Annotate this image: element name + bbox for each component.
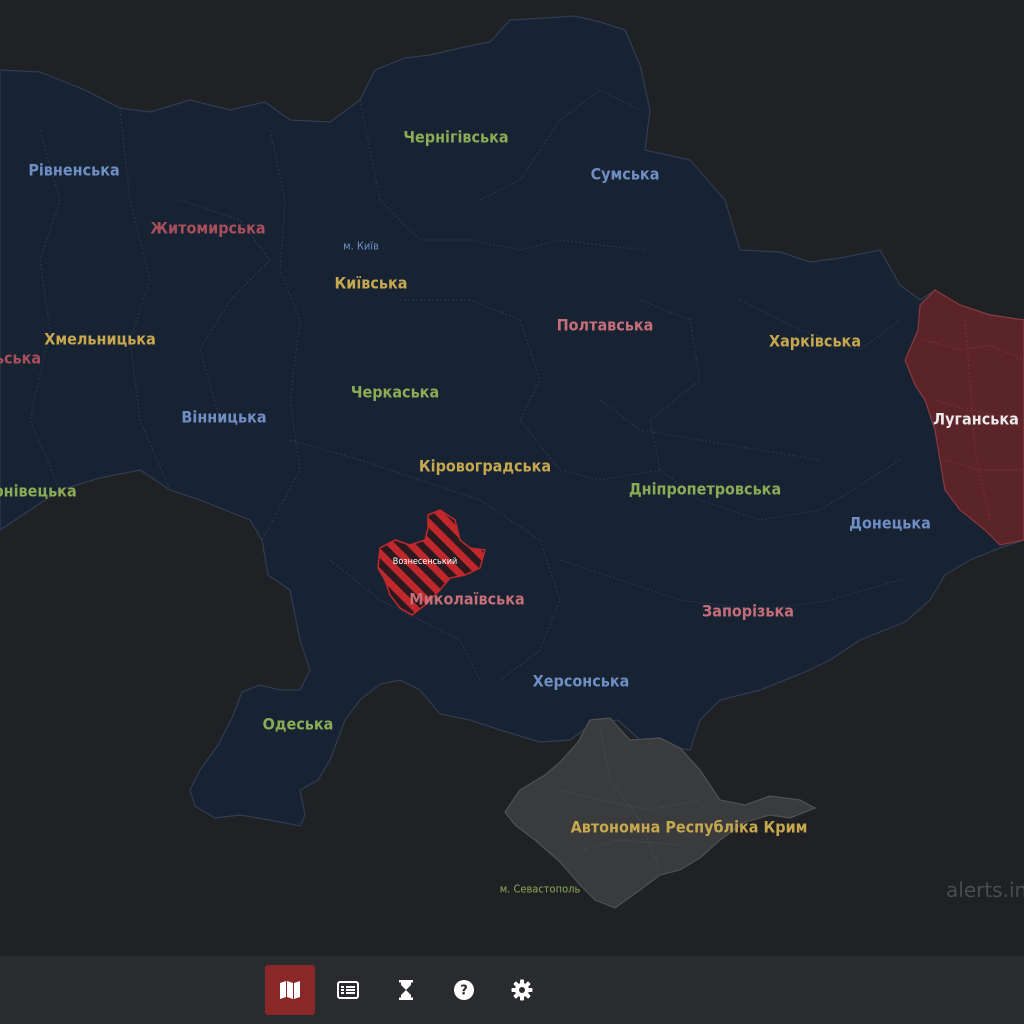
site-watermark: alerts.in. [946, 878, 1024, 902]
settings-button[interactable] [497, 965, 547, 1015]
region-label-dnipro[interactable]: Дніпропетровська [629, 480, 781, 499]
crimea-territory [504, 717, 817, 909]
region-label-chernihiv[interactable]: Чернігівська [403, 128, 508, 147]
region-label-crimea[interactable]: Автономна Республіка Крим [571, 818, 808, 837]
region-label-cherkasy[interactable]: Черкаська [351, 383, 439, 402]
gear-icon [511, 979, 533, 1001]
map-icon [280, 981, 300, 999]
region-label-zhytomyr[interactable]: Житомирська [150, 219, 265, 238]
hourglass-icon [399, 980, 413, 1000]
history-button[interactable] [381, 965, 431, 1015]
region-label-kharkiv[interactable]: Харківська [769, 332, 861, 351]
raion-label-voznesensk[interactable]: Вознесенський [393, 557, 457, 567]
alert-map[interactable]: Рівненська Житомирська м. Київ Київська … [0, 0, 1024, 956]
region-label-kirovohrad[interactable]: Кіровоградська [419, 457, 551, 476]
help-button[interactable]: ? [439, 965, 489, 1015]
region-label-sevastopol[interactable]: м. Севастополь [500, 883, 581, 896]
list-icon [337, 981, 359, 999]
region-label-luhansk[interactable]: Луганська [933, 410, 1019, 429]
region-label-kyiv[interactable]: Київська [334, 274, 407, 293]
region-label-ternopil-partial[interactable]: ьська [0, 349, 41, 368]
bottom-toolbar: ? [0, 956, 1024, 1024]
region-label-khmelnytskyi[interactable]: Хмельницька [44, 330, 156, 349]
ukraine-map-svg [0, 15, 1024, 909]
region-label-donetsk[interactable]: Донецька [849, 514, 931, 533]
region-label-poltava[interactable]: Полтавська [557, 316, 654, 335]
region-label-odesa[interactable]: Одеська [263, 715, 334, 734]
map-button[interactable] [265, 965, 315, 1015]
region-label-mykolaiv[interactable]: Миколаївська [409, 590, 525, 609]
ukraine-territory [0, 15, 1024, 827]
question-icon: ? [454, 980, 474, 1000]
region-label-zaporizhzhia[interactable]: Запорізька [702, 602, 794, 621]
region-label-chernivtsi-partial[interactable]: рнівецька [0, 482, 77, 501]
region-label-rivne[interactable]: Рівненська [28, 161, 119, 180]
list-button[interactable] [323, 965, 373, 1015]
region-label-kherson[interactable]: Херсонська [533, 672, 630, 691]
region-label-vinnytsia[interactable]: Вінницька [181, 408, 266, 427]
region-label-kyiv-city[interactable]: м. Київ [343, 240, 379, 253]
svg-text:?: ? [460, 984, 468, 999]
region-label-sumy[interactable]: Сумська [591, 165, 660, 184]
